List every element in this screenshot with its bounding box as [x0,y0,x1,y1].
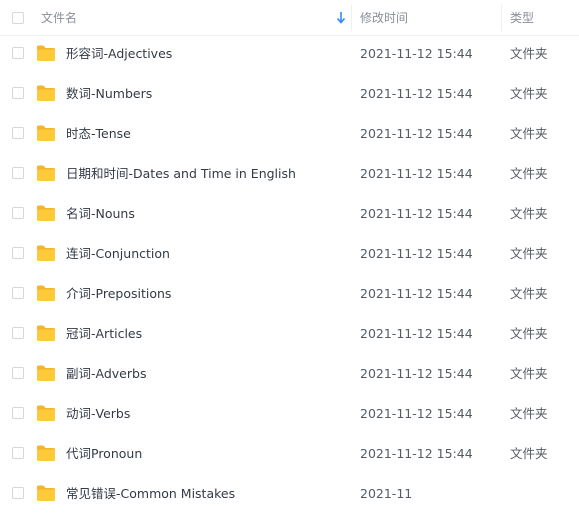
file-name[interactable]: 形容词-Adjectives [66,46,172,62]
sort-arrow-down-icon[interactable] [336,11,346,25]
file-row[interactable]: 常见错误-Common Mistakes 2021-11 [0,474,579,514]
file-type: 文件夹 [510,206,548,221]
folder-icon[interactable] [36,404,56,422]
list-header: 文件名 修改时间 类型 [0,0,579,36]
column-header-modified[interactable]: 修改时间 [360,10,408,26]
file-type: 文件夹 [510,366,548,381]
modified-time: 2021-11 [360,486,413,501]
column-divider[interactable] [501,5,502,31]
file-row[interactable]: 日期和时间-Dates and Time in English 2021-11-1… [0,154,579,194]
file-name[interactable]: 日期和时间-Dates and Time in English [66,166,296,182]
file-type: 文件夹 [510,406,548,421]
modified-time: 2021-11-12 15:44 [360,326,473,341]
modified-time: 2021-11-12 15:44 [360,246,473,261]
row-checkbox[interactable] [12,247,24,259]
file-name[interactable]: 名词-Nouns [66,206,135,222]
row-checkbox[interactable] [12,47,24,59]
file-type: 文件夹 [510,286,548,301]
modified-time: 2021-11-12 15:44 [360,166,473,181]
row-checkbox[interactable] [12,87,24,99]
folder-icon[interactable] [36,204,56,222]
row-checkbox[interactable] [12,327,24,339]
modified-time: 2021-11-12 15:44 [360,206,473,221]
modified-time: 2021-11-12 15:44 [360,46,473,61]
row-checkbox[interactable] [12,447,24,459]
modified-time: 2021-11-12 15:44 [360,366,473,381]
file-row[interactable]: 时态-Tense 2021-11-12 15:44 文件夹 [0,114,579,154]
row-checkbox[interactable] [12,487,24,499]
folder-icon[interactable] [36,284,56,302]
file-row[interactable]: 代词Pronoun 2021-11-12 15:44 文件夹 [0,434,579,474]
row-checkbox[interactable] [12,167,24,179]
file-row[interactable]: 形容词-Adjectives 2021-11-12 15:44 文件夹 [0,34,579,74]
row-checkbox[interactable] [12,407,24,419]
select-all-checkbox[interactable] [12,12,24,24]
modified-time: 2021-11-12 15:44 [360,406,473,421]
file-name[interactable]: 常见错误-Common Mistakes [66,486,235,502]
file-list: 文件名 修改时间 类型 形容词-Adjectives 2021-11-12 15:… [0,0,579,522]
file-type: 文件夹 [510,446,548,461]
column-header-type[interactable]: 类型 [510,10,534,26]
folder-icon[interactable] [36,164,56,182]
row-checkbox[interactable] [12,367,24,379]
file-row[interactable]: 介词-Prepositions 2021-11-12 15:44 文件夹 [0,274,579,314]
file-type: 文件夹 [510,126,548,141]
file-type: 文件夹 [510,326,548,341]
row-checkbox[interactable] [12,127,24,139]
file-name[interactable]: 代词Pronoun [66,446,142,462]
file-type: 文件夹 [510,46,548,61]
file-row[interactable]: 动词-Verbs 2021-11-12 15:44 文件夹 [0,394,579,434]
file-name[interactable]: 冠词-Articles [66,326,142,342]
folder-icon[interactable] [36,44,56,62]
file-row[interactable]: 副词-Adverbs 2021-11-12 15:44 文件夹 [0,354,579,394]
row-checkbox[interactable] [12,287,24,299]
file-type: 文件夹 [510,246,548,261]
column-divider[interactable] [351,5,352,31]
folder-icon[interactable] [36,84,56,102]
file-row[interactable]: 冠词-Articles 2021-11-12 15:44 文件夹 [0,314,579,354]
file-name[interactable]: 副词-Adverbs [66,366,146,382]
column-header-name[interactable]: 文件名 [41,10,77,26]
file-row[interactable]: 数词-Numbers 2021-11-12 15:44 文件夹 [0,74,579,114]
folder-icon[interactable] [36,244,56,262]
file-name[interactable]: 连词-Conjunction [66,246,170,262]
modified-time: 2021-11-12 15:44 [360,446,473,461]
file-row[interactable]: 名词-Nouns 2021-11-12 15:44 文件夹 [0,194,579,234]
modified-time: 2021-11-12 15:44 [360,86,473,101]
folder-icon[interactable] [36,124,56,142]
file-name[interactable]: 介词-Prepositions [66,286,171,302]
folder-icon[interactable] [36,484,56,502]
row-checkbox[interactable] [12,207,24,219]
folder-icon[interactable] [36,324,56,342]
file-name[interactable]: 时态-Tense [66,126,131,142]
file-name[interactable]: 数词-Numbers [66,86,152,102]
folder-icon[interactable] [36,444,56,462]
folder-icon[interactable] [36,364,56,382]
modified-time: 2021-11-12 15:44 [360,286,473,301]
file-type: 文件夹 [510,86,548,101]
modified-time: 2021-11-12 15:44 [360,126,473,141]
file-type: 文件夹 [510,166,548,181]
file-row[interactable]: 连词-Conjunction 2021-11-12 15:44 文件夹 [0,234,579,274]
file-name[interactable]: 动词-Verbs [66,406,130,422]
